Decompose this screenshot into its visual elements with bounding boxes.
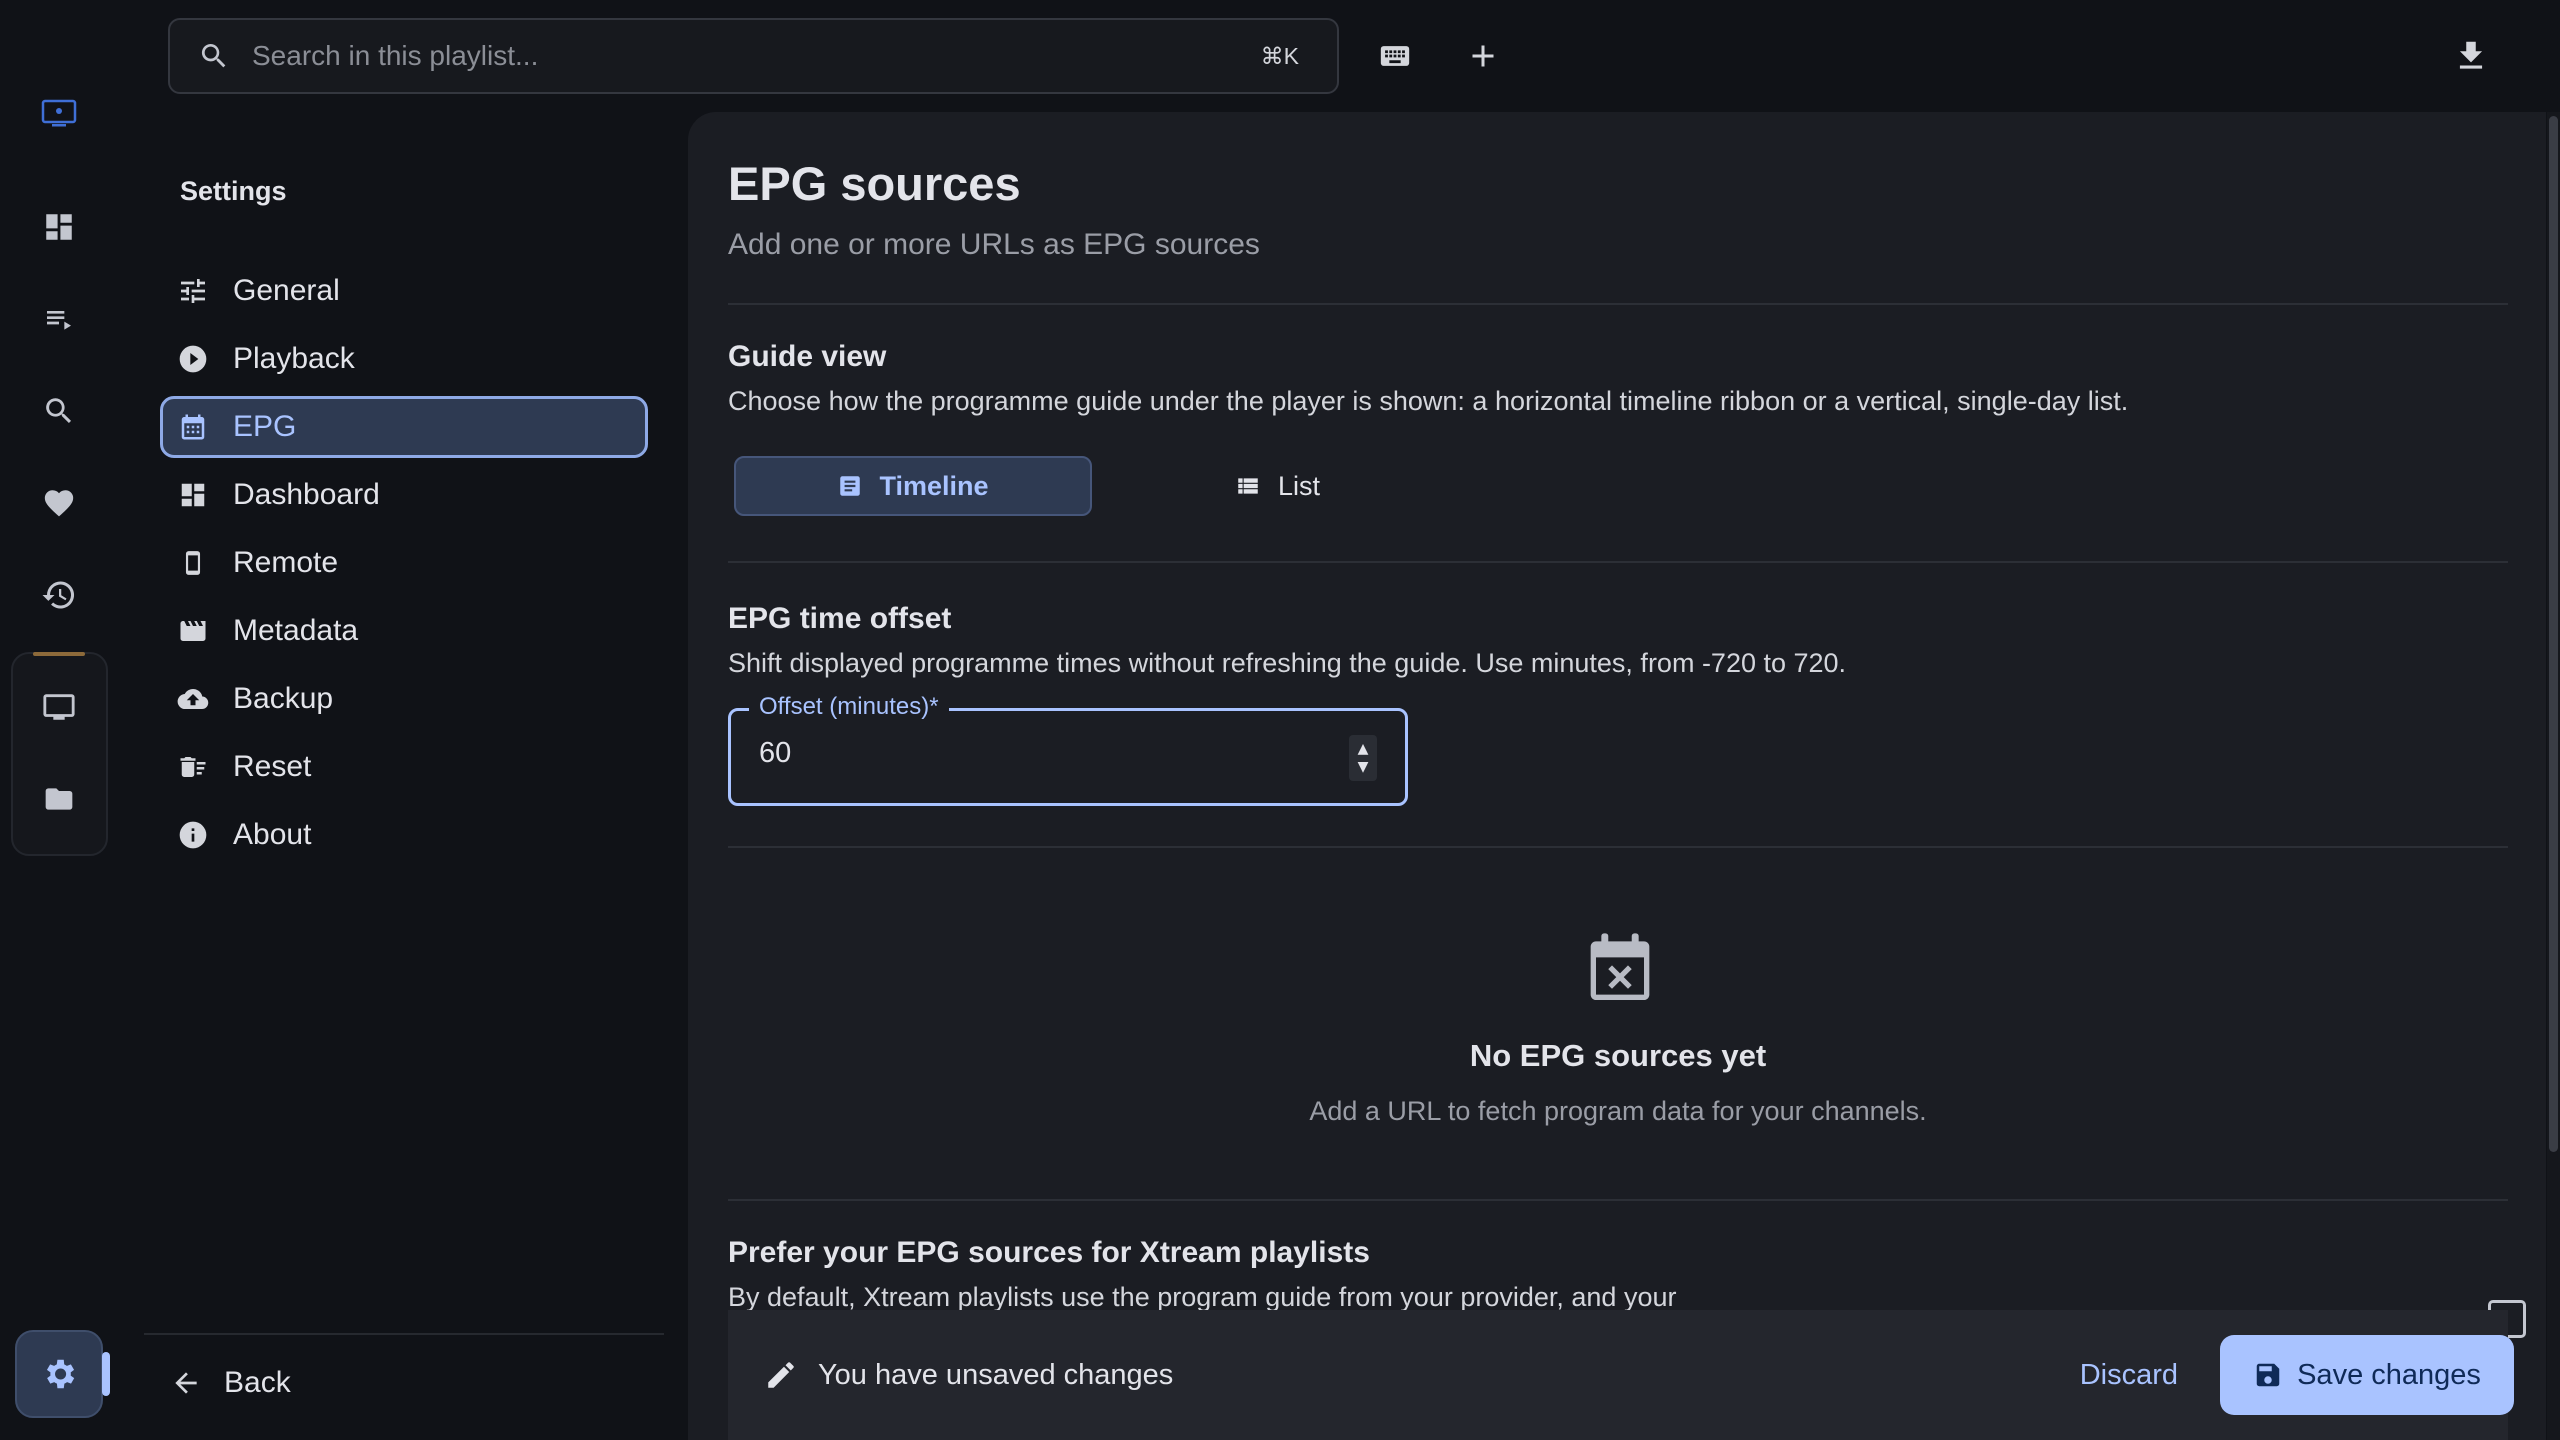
prefer-epg-title: Prefer your EPG sources for Xtream playl…: [728, 1236, 1370, 1269]
scrollbar-thumb[interactable]: [2549, 116, 2558, 1152]
nav-item-playback[interactable]: Playback: [160, 328, 648, 390]
prefer-epg-description: By default, Xtream playlists use the pro…: [728, 1282, 1677, 1312]
app-logo-icon[interactable]: [36, 90, 82, 136]
timeline-label: Timeline: [879, 470, 989, 501]
page-title: EPG sources: [728, 157, 1021, 210]
folder-icon[interactable]: [36, 776, 82, 822]
save-button[interactable]: Save changes: [2220, 1335, 2514, 1415]
search-icon: [198, 40, 230, 72]
stepper-down-icon[interactable]: ▼: [1358, 758, 1369, 776]
search-bar[interactable]: ⌘K: [168, 18, 1339, 94]
nav-item-backup[interactable]: Backup: [160, 668, 648, 730]
offset-label: Offset (minutes)*: [749, 693, 949, 721]
nav-item-about[interactable]: About: [160, 804, 648, 866]
settings-nav: General Playback EPG Dashboard Remote Me…: [160, 260, 648, 872]
history-icon[interactable]: [36, 572, 82, 618]
discard-button[interactable]: Discard: [2080, 1359, 2178, 1392]
search-input[interactable]: [252, 40, 1261, 72]
info-icon: [175, 817, 211, 853]
offset-title: EPG time offset: [728, 602, 952, 635]
app-rail: [0, 0, 118, 1440]
active-indicator: [102, 1352, 110, 1396]
tv-icon[interactable]: [36, 684, 82, 730]
nav-item-label: Dashboard: [233, 478, 380, 511]
empty-state-description: Add a URL to fetch program data for your…: [1309, 1096, 1927, 1126]
search-icon[interactable]: [36, 388, 82, 434]
nav-item-remote[interactable]: Remote: [160, 532, 648, 594]
tune-icon: [175, 273, 211, 309]
rail-group-accent: [33, 652, 85, 656]
nav-item-label: EPG: [233, 410, 297, 443]
add-icon[interactable]: [1457, 30, 1509, 82]
scrollbar[interactable]: [2547, 112, 2560, 1440]
nav-item-label: Remote: [233, 546, 339, 579]
nav-item-label: General: [233, 274, 340, 307]
heart-icon[interactable]: [36, 480, 82, 526]
cloud-upload-icon: [175, 681, 211, 717]
save-label: Save changes: [2297, 1358, 2481, 1391]
divider: [728, 303, 2508, 305]
empty-state-title: No EPG sources yet: [1469, 1038, 1767, 1073]
offset-description: Shift displayed programme times without …: [728, 648, 1847, 678]
page-subtitle: Add one or more URLs as EPG sources: [728, 228, 1260, 261]
dashboard-icon[interactable]: [36, 204, 82, 250]
divider: [728, 846, 2508, 848]
gear-icon: [40, 1355, 78, 1393]
divider: [728, 1199, 2508, 1201]
playlist-icon[interactable]: [36, 296, 82, 342]
dashboard-icon: [175, 477, 211, 513]
nav-item-label: About: [233, 818, 312, 851]
nav-item-label: Reset: [233, 750, 312, 783]
nav-item-reset[interactable]: Reset: [160, 736, 648, 798]
list-option[interactable]: List: [1092, 456, 1462, 516]
nav-item-epg[interactable]: EPG: [160, 396, 648, 458]
offset-field[interactable]: Offset (minutes)* ▲ ▼: [728, 693, 1408, 806]
unsaved-changes-bar: You have unsaved changes Discard Save ch…: [728, 1310, 2514, 1440]
divider: [728, 561, 2508, 563]
clear-all-icon: [175, 749, 211, 785]
stepper-up-icon[interactable]: ▲: [1358, 740, 1369, 758]
calendar-icon: [175, 409, 211, 445]
back-button[interactable]: Back: [170, 1366, 291, 1400]
timeline-option[interactable]: Timeline: [734, 456, 1092, 516]
list-icon: [1234, 473, 1262, 499]
nav-item-dashboard[interactable]: Dashboard: [160, 464, 648, 526]
nav-item-label: Playback: [233, 342, 355, 375]
save-icon: [2253, 1360, 2283, 1390]
clapperboard-icon: [175, 613, 211, 649]
nav-item-metadata[interactable]: Metadata: [160, 600, 648, 662]
guide-view-description: Choose how the programme guide under the…: [728, 386, 2129, 416]
rail-group: [11, 652, 108, 856]
back-label: Back: [224, 1366, 291, 1399]
nav-item-general[interactable]: General: [160, 260, 648, 322]
offset-stepper[interactable]: ▲ ▼: [1349, 735, 1377, 781]
settings-nav-title: Settings: [180, 176, 287, 206]
play-circle-icon: [175, 341, 211, 377]
offset-input[interactable]: [759, 737, 1319, 770]
guide-view-toggle: Timeline List: [734, 456, 1462, 516]
nav-item-label: Backup: [233, 682, 334, 715]
pencil-icon: [764, 1358, 798, 1392]
keyboard-icon[interactable]: [1369, 30, 1421, 82]
timeline-icon: [837, 473, 863, 499]
settings-button[interactable]: [15, 1330, 103, 1418]
list-label: List: [1277, 470, 1321, 501]
guide-view-title: Guide view: [728, 340, 887, 373]
unsaved-message: You have unsaved changes: [818, 1358, 1174, 1391]
calendar-remove-icon: [1588, 932, 1652, 1004]
arrow-back-icon: [170, 1367, 202, 1399]
nav-divider: [144, 1333, 664, 1335]
download-icon[interactable]: [2445, 30, 2497, 82]
phone-icon: [175, 545, 211, 581]
search-shortcut: ⌘K: [1260, 42, 1299, 69]
nav-item-label: Metadata: [233, 614, 359, 647]
settings-panel: EPG sources Add one or more URLs as EPG …: [688, 112, 2546, 1440]
